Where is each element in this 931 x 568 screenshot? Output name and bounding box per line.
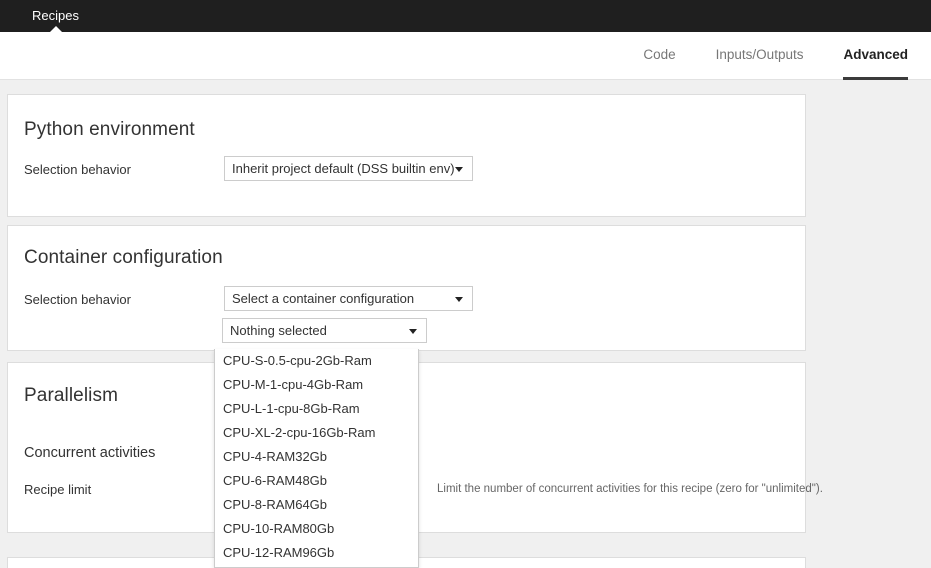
tab-inputs-outputs[interactable]: Inputs/Outputs [716,32,804,80]
dropdown-option-label: CPU-8-RAM64Gb [223,497,328,512]
container-configuration-value: Nothing selected [230,323,327,338]
concurrent-activities-heading: Concurrent activities [24,445,156,461]
dropdown-option[interactable]: CPU-8-RAM64Gb [215,493,418,517]
dropdown-option[interactable]: CPU-12-RAM96Gb [215,541,418,565]
tab-inputs-outputs-label: Inputs/Outputs [715,47,804,62]
python-selection-behavior-select[interactable]: Inherit project default (DSS builtin env… [224,156,473,181]
recipe-limit-label: Recipe limit [24,482,92,497]
container-configuration-card: Container configuration Selection behavi… [7,225,806,351]
python-selection-behavior-label: Selection behavior [24,162,131,177]
dropdown-option-label: CPU-6-RAM48Gb [223,473,328,488]
parallelism-title: Parallelism [24,385,119,406]
sub-navigation-bar: Code Inputs/Outputs Advanced [0,32,931,80]
python-environment-title: Python environment [24,119,195,140]
settings-content-area: Python environment Selection behavior In… [0,81,931,568]
dropdown-option[interactable]: CPU-4-RAM32Gb [215,445,418,469]
python-selection-behavior-value: Inherit project default (DSS builtin env… [232,161,455,176]
dropdown-option[interactable]: CPU-XL-2-cpu-16Gb-Ram [215,421,418,445]
tab-bar: Code Inputs/Outputs Advanced [643,32,931,80]
python-environment-card: Python environment Selection behavior In… [7,94,806,217]
dropdown-option-label: CPU-4-RAM32Gb [223,449,328,464]
recipe-limit-help-text: Limit the number of concurrent activitie… [437,483,823,495]
container-selection-behavior-select[interactable]: Select a container configuration [224,286,473,311]
dropdown-option[interactable]: CPU-6-RAM48Gb [215,469,418,493]
container-selection-behavior-label: Selection behavior [24,292,131,307]
dropdown-option[interactable]: CPU-L-1-cpu-8Gb-Ram [215,397,418,421]
chevron-down-icon [455,167,463,172]
dropdown-option-label: CPU-10-RAM80Gb [223,521,335,536]
tab-advanced-label: Advanced [843,47,908,62]
tab-code-label: Code [643,47,676,62]
chevron-down-icon [409,329,417,334]
chevron-down-icon [455,297,463,302]
container-configuration-title: Container configuration [24,247,223,268]
dropdown-option-label: CPU-12-RAM96Gb [223,545,335,560]
container-configuration-dropdown-menu[interactable]: CPU-S-0.5-cpu-2Gb-Ram CPU-M-1-cpu-4Gb-Ram… [214,349,419,568]
dropdown-option[interactable]: CPU-10-RAM80Gb [215,517,418,541]
container-configuration-select[interactable]: Nothing selected [222,318,427,343]
dropdown-option-label: CPU-S-0.5-cpu-2Gb-Ram [223,353,372,368]
dropdown-option-label: CPU-XL-2-cpu-16Gb-Ram [223,425,376,440]
dropdown-option-label: CPU-L-1-cpu-8Gb-Ram [223,401,360,416]
top-navigation-bar: Recipes [0,0,931,32]
container-selection-behavior-value: Select a container configuration [232,291,415,306]
tab-advanced[interactable]: Advanced [843,32,908,80]
tab-code[interactable]: Code [643,32,675,80]
dropdown-option-label: CPU-M-1-cpu-4Gb-Ram [223,377,364,392]
dropdown-option[interactable]: CPU-M-1-cpu-4Gb-Ram [215,373,418,397]
dropdown-option[interactable]: CPU-S-0.5-cpu-2Gb-Ram [215,349,418,373]
